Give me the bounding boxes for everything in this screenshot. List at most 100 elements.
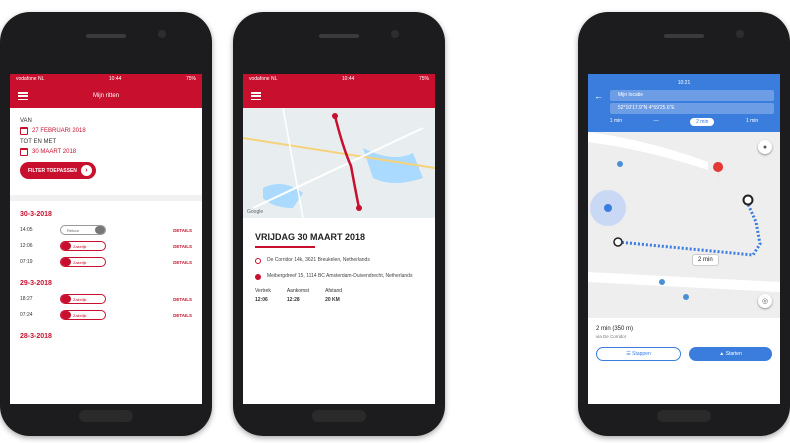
destination-address: Meibergdreef 15, 1114 BC Amsterdam-Duive…: [243, 264, 435, 280]
mode-walking[interactable]: 2 min: [690, 118, 715, 126]
status-time: 10:44: [108, 76, 122, 82]
details-link[interactable]: DETAILS: [173, 297, 192, 302]
route-actions: ☰ Stappen ▲ Starten: [596, 347, 772, 361]
from-label: VAN: [20, 118, 32, 124]
calendar-icon: [20, 148, 28, 156]
stat-arrival: Aankomst 12:28: [287, 288, 309, 303]
trip-type-toggle[interactable]: Zakelijk: [60, 241, 106, 251]
google-logo: Google: [247, 209, 264, 215]
destination-input[interactable]: 52°10'17.9"N 4°59'25.6"E: [610, 103, 774, 114]
start-label: Starten: [725, 351, 742, 357]
eta-bubble: 2 min: [692, 254, 719, 266]
navigation-map[interactable]: 2 min ● ◎: [588, 132, 780, 318]
trip-row: 07:24 Zakelijk DETAILS: [10, 307, 202, 323]
trip-row: 18:27 Zakelijk DETAILS: [10, 291, 202, 307]
to-label: TOT EN MET: [20, 139, 57, 145]
camera-icon: [391, 30, 399, 38]
route-map[interactable]: Google: [243, 108, 435, 218]
carrier-label: vodafone NL: [249, 76, 278, 82]
origin-input[interactable]: Mijn locatie: [610, 90, 774, 101]
calendar-icon: [20, 127, 28, 135]
phone-frame-trip-detail: vodafone NL 10:44 75% Google VRIJDAG 30 …: [233, 12, 445, 436]
trip-type-toggle[interactable]: Retour: [60, 225, 106, 235]
trip-time: 07:24: [20, 312, 33, 318]
trip-time: 18:27: [20, 296, 33, 302]
status-time: 10:44: [341, 76, 355, 82]
status-bar: vodafone NL 10:44 75%: [10, 74, 202, 84]
camera-icon: [736, 30, 744, 38]
destination-pin-icon: [255, 274, 261, 280]
details-link[interactable]: DETAILS: [173, 228, 192, 233]
toggle-label: Retour: [67, 227, 80, 233]
back-arrow-icon[interactable]: ←: [594, 91, 603, 101]
trip-date-heading: VRIJDAG 30 MAART 2018: [255, 232, 366, 242]
trips-screen: vodafone NL 10:44 75% Mijn ritten VAN 27…: [10, 74, 202, 404]
app-bar: [243, 84, 435, 108]
stat-value: 12:06: [255, 297, 268, 303]
home-button: [312, 410, 366, 422]
mode-car[interactable]: 1 min: [610, 118, 622, 126]
date-group-header: 30-3-2018: [20, 211, 52, 218]
from-date-picker[interactable]: 27 FEBRUARI 2018: [20, 127, 192, 135]
route-inputs: ← Mijn locatie 52°10'17.9"N 4°59'25.6"E: [594, 90, 774, 114]
stat-departure: Vertrek 12:06: [255, 288, 271, 303]
details-link[interactable]: DETAILS: [173, 313, 192, 318]
speaker-grille: [319, 34, 359, 38]
stat-distance: Afstand 20 KM: [325, 288, 342, 303]
map-graphic: [243, 108, 435, 218]
mode-bike[interactable]: 1 min: [746, 118, 758, 126]
carrier-label: vodafone NL: [16, 76, 45, 82]
trip-row: 12:06 Zakelijk DETAILS: [10, 238, 202, 254]
trip-time: 07:19: [20, 259, 33, 265]
trip-type-toggle[interactable]: Zakelijk: [60, 257, 106, 267]
toggle-label: Zakelijk: [73, 259, 87, 265]
stat-value: 12:28: [286, 297, 300, 303]
trip-type-toggle[interactable]: Zakelijk: [60, 294, 106, 304]
start-button[interactable]: ▲ Starten: [689, 347, 772, 361]
battery-label: 75%: [418, 76, 429, 82]
trip-detail-screen: vodafone NL 10:44 75% Google VRIJDAG 30 …: [243, 74, 435, 404]
trip-type-toggle[interactable]: Zakelijk: [60, 310, 106, 320]
date-filter: VAN 27 FEBRUARI 2018 TOT EN MET 30 MAART…: [10, 108, 202, 185]
mode-transit[interactable]: —: [654, 118, 659, 126]
home-button: [79, 410, 133, 422]
stat-label: Afstand: [325, 288, 343, 294]
my-location-icon[interactable]: ◎: [758, 294, 772, 308]
speaker-grille: [664, 34, 704, 38]
hamburger-menu-icon[interactable]: [251, 92, 261, 100]
steps-label: Stappen: [632, 351, 651, 357]
apply-filter-button[interactable]: FILTER TOEPASSEN ›: [20, 162, 96, 179]
phone-frame-trips: vodafone NL 10:44 75% Mijn ritten VAN 27…: [0, 12, 212, 436]
details-link[interactable]: DETAILS: [173, 244, 192, 249]
stat-label: Vertrek: [255, 288, 271, 294]
hamburger-menu-icon[interactable]: [18, 92, 28, 100]
toggle-label: Zakelijk: [73, 296, 87, 302]
chevron-right-icon: ›: [80, 165, 92, 176]
status-time: 10:21: [677, 80, 691, 86]
route-summary: 2 min (350 m) via De Corridor ☰ Stappen …: [588, 318, 780, 369]
stat-label: Aankomst: [286, 288, 310, 294]
navigation-screen: 10:21 ← Mijn locatie 52°10'17.9"N 4°59'2…: [588, 74, 780, 404]
date-group-header: 28-3-2018: [20, 333, 52, 340]
speaker-grille: [86, 34, 126, 38]
date-group-header: 29-3-2018: [20, 280, 52, 287]
home-button: [657, 410, 711, 422]
route-duration: 2 min (350 m): [596, 326, 634, 332]
directions-header: 10:21 ← Mijn locatie 52°10'17.9"N 4°59'2…: [588, 74, 780, 132]
origin-address: De Corridor 14k, 3621 Breukelen, Netherl…: [243, 248, 435, 264]
steps-button[interactable]: ☰ Stappen: [596, 347, 681, 361]
phone-frame-navigation: 10:21 ← Mijn locatie 52°10'17.9"N 4°59'2…: [578, 12, 790, 436]
details-link[interactable]: DETAILS: [173, 260, 192, 265]
route-via: via De Corridor: [596, 334, 627, 339]
to-date-picker[interactable]: 30 MAART 2018: [20, 148, 192, 156]
app-bar: Mijn ritten: [10, 84, 202, 108]
stat-value: 20 KM: [325, 297, 340, 303]
camera-icon: [158, 30, 166, 38]
toggle-label: Zakelijk: [73, 243, 87, 249]
status-bar: 10:21: [594, 80, 774, 88]
toggle-label: Zakelijk: [73, 312, 87, 318]
compass-icon[interactable]: ●: [758, 140, 772, 154]
route-graphic: [588, 132, 780, 318]
battery-label: 75%: [185, 76, 196, 82]
from-date-value: 27 FEBRUARI 2018: [32, 128, 86, 134]
